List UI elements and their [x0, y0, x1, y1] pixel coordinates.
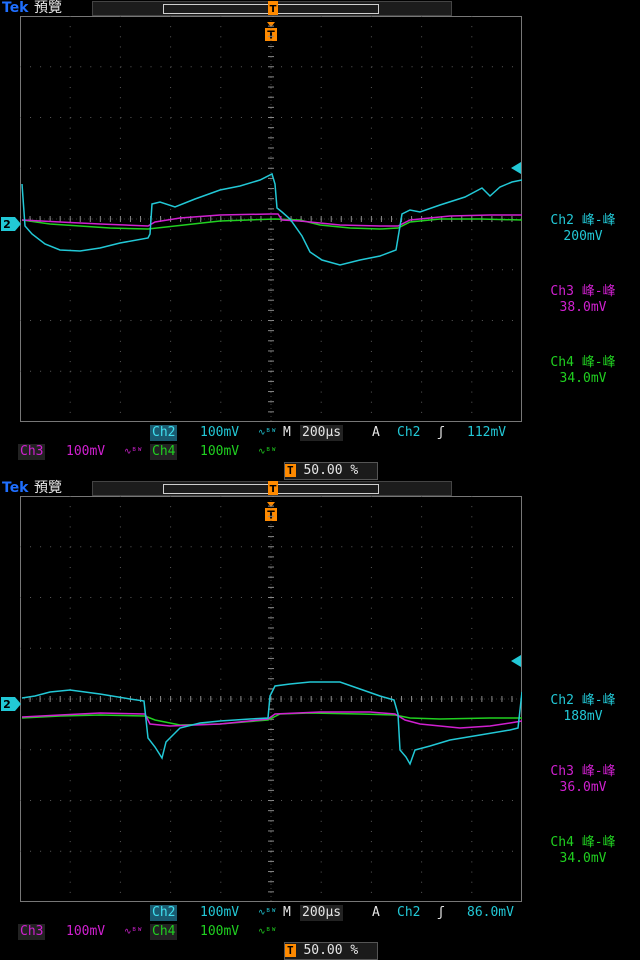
ch4-bw-limit-icon: ∿ᴮᵂ — [258, 927, 277, 937]
trigger-position-box[interactable]: T 50.00 % — [284, 462, 378, 480]
timebase-prefix: M — [283, 425, 291, 440]
svg-text:T: T — [270, 4, 277, 15]
ch2-bw-limit-icon: ∿ᴮᵂ — [258, 908, 277, 918]
ch3-scale: 100mV — [66, 444, 106, 459]
ch4-label[interactable]: Ch4 — [150, 444, 178, 460]
trigger-position-tag-icon: T — [285, 464, 296, 477]
timebase-value[interactable]: 200µs — [300, 425, 344, 441]
ch4-scale: 100mV — [200, 924, 240, 939]
trigger-position-icon: T — [268, 481, 278, 495]
acquisition-mode: 預覽 — [34, 480, 62, 496]
graticule — [20, 496, 522, 902]
top-bar: Tek 預覽 T — [0, 480, 640, 496]
ch2-trigger-level-icon[interactable] — [511, 162, 521, 174]
ch3-bw-limit-icon: ∿ᴮᵂ — [124, 447, 143, 457]
ch4-pk-pk-readout: Ch4 峰-峰 34.0mV — [550, 835, 616, 866]
brand-logo: Tek — [2, 0, 29, 16]
ch2-bw-limit-icon: ∿ᴮᵂ — [258, 428, 277, 438]
ch2-label[interactable]: Ch2 — [150, 425, 178, 441]
brand-logo: Tek — [2, 480, 29, 496]
ch4-pk-pk-readout: Ch4 峰-峰 34.0mV — [550, 355, 616, 386]
ch3-bw-limit-icon: ∿ᴮᵂ — [124, 927, 143, 937]
svg-text:2: 2 — [3, 698, 11, 711]
ch2-pk-pk-readout: Ch2 峰-峰 200mV — [550, 213, 616, 244]
ch3-label[interactable]: Ch3 — [18, 924, 46, 940]
status-row-2: Ch3 100mV ∿ᴮᵂ Ch4 100mV ∿ᴮᵂ — [0, 444, 640, 460]
ch2-scale: 100mV — [200, 905, 240, 920]
acquisition-mode: 預覽 — [34, 0, 62, 16]
scope-screen-2: Tek 預覽 T T 2 Ch2 峰-峰 188mV Ch3 峰-峰 36.0m… — [0, 480, 640, 960]
ch3-label[interactable]: Ch3 — [18, 444, 46, 460]
trigger-position-box[interactable]: T 50.00 % — [284, 942, 378, 960]
trigger-position-value: 50.00 % — [303, 463, 359, 478]
status-row-1: Ch2 100mV ∿ᴮᵂ M 200µs A Ch2 ʃ 86.0mV — [0, 905, 640, 921]
waveform-plot[interactable] — [20, 496, 522, 902]
ch3-pk-pk-readout: Ch3 峰-峰 36.0mV — [550, 764, 616, 795]
trigger-position-tag-icon: T — [285, 944, 296, 957]
trigger-position-icon: T — [268, 1, 278, 15]
timebase-value[interactable]: 200µs — [300, 905, 344, 921]
rising-edge-icon: ʃ — [437, 905, 445, 920]
ch4-scale: 100mV — [200, 444, 240, 459]
timebase-prefix: M — [283, 905, 291, 920]
rising-edge-icon: ʃ — [437, 425, 445, 440]
ch2-ground-marker-icon[interactable]: 2 — [1, 217, 21, 231]
acquisition-status: A — [372, 425, 380, 440]
waveform-plot[interactable] — [20, 16, 522, 422]
ch4-label[interactable]: Ch4 — [150, 924, 178, 940]
trigger-level[interactable]: 112mV — [467, 425, 506, 441]
ch2-label[interactable]: Ch2 — [150, 905, 178, 921]
status-row-1: Ch2 100mV ∿ᴮᵂ M 200µs A Ch2 ʃ 112mV — [0, 425, 640, 441]
trigger-source[interactable]: Ch2 — [397, 905, 420, 921]
top-bar: Tek 預覽 T — [0, 0, 640, 16]
ch2-trace — [21, 681, 522, 766]
svg-text:2: 2 — [3, 218, 11, 231]
ch2-scale: 100mV — [200, 425, 240, 440]
ch3-scale: 100mV — [66, 924, 106, 939]
trigger-source[interactable]: Ch2 — [397, 425, 420, 441]
trigger-level[interactable]: 86.0mV — [467, 905, 514, 921]
ch2-trigger-level-icon[interactable] — [511, 655, 521, 667]
ch2-pk-pk-readout: Ch2 峰-峰 188mV — [550, 693, 616, 724]
scope-screen-1: Tek 預覽 T T 2 Ch2 峰-峰 200mV Ch3 峰-峰 38.0m… — [0, 0, 640, 480]
ch3-trace — [21, 213, 522, 227]
acquisition-status: A — [372, 905, 380, 920]
status-row-2: Ch3 100mV ∿ᴮᵂ Ch4 100mV ∿ᴮᵂ — [0, 924, 640, 940]
svg-text:T: T — [270, 484, 277, 495]
ch3-pk-pk-readout: Ch3 峰-峰 38.0mV — [550, 284, 616, 315]
ch4-bw-limit-icon: ∿ᴮᵂ — [258, 447, 277, 457]
trigger-position-value: 50.00 % — [303, 943, 359, 958]
ch2-ground-marker-icon[interactable]: 2 — [1, 697, 21, 711]
